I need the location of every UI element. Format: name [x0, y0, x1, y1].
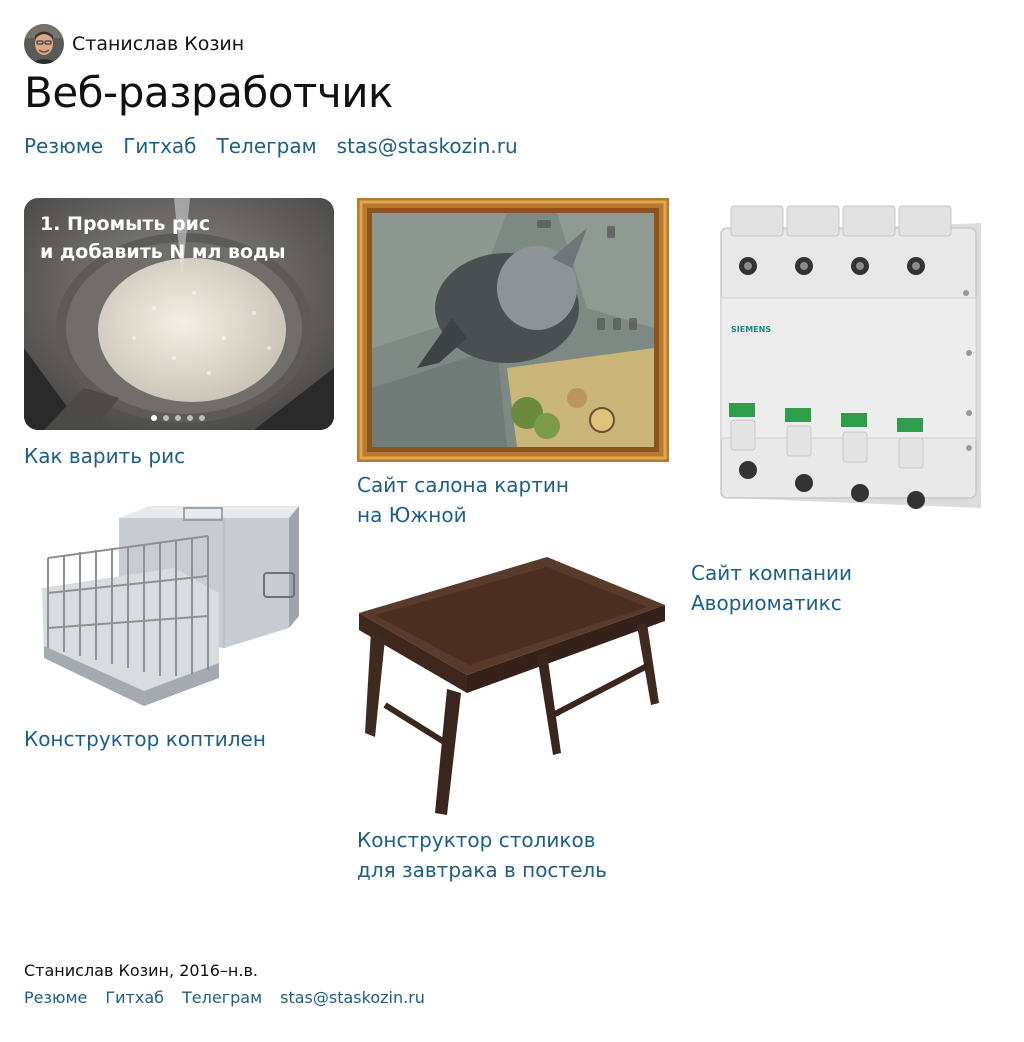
gallery-thumbnail [357, 198, 669, 462]
project-card-switch[interactable]: SIEMENS Сайт компании Авориоматикс [691, 198, 1001, 618]
project-title-gallery-line1: Сайт салона картин [357, 473, 569, 497]
footer-email-link[interactable]: stas@staskozin.ru [280, 988, 425, 1007]
project-title-rice: Как варить рис [24, 444, 186, 468]
footer-nav: Резюме Гитхаб Телеграм stas@staskozin.ru [24, 988, 425, 1007]
nav-github-link[interactable]: Гитхаб [123, 134, 196, 158]
avatar [24, 24, 64, 64]
project-title-switch: Сайт компании Авориоматикс [691, 558, 1001, 618]
project-title-table-line1: Конструктор столиков [357, 828, 596, 852]
author: Станислав Козин [24, 24, 244, 64]
project-title-smoker: Конструктор коптилен [24, 727, 266, 751]
siemens-brand-text: SIEMENS [731, 325, 771, 334]
footer-resume-link[interactable]: Резюме [24, 988, 87, 1007]
switch-thumbnail: SIEMENS [720, 205, 981, 509]
table-thumbnail [359, 557, 665, 815]
header-nav: Резюме Гитхаб Телеграм stas@staskozin.ru [24, 134, 518, 158]
rice-slide-text-2: и добавить N мл воды [40, 241, 286, 263]
carousel-dot[interactable] [163, 415, 169, 421]
rice-slide-text-1: 1. Промыть рис [40, 213, 210, 235]
nav-telegram-link[interactable]: Телеграм [217, 134, 317, 158]
project-title-table-line2: для завтрака в постель [357, 858, 607, 882]
footer-telegram-link[interactable]: Телеграм [182, 988, 262, 1007]
carousel-dot[interactable] [199, 415, 205, 421]
smoker-thumbnail [42, 506, 299, 706]
rice-thumbnail: 1. Промыть рис и добавить N мл воды [24, 198, 334, 430]
project-title-switch-line1: Сайт компании [691, 561, 853, 585]
project-card-table[interactable]: Конструктор столиков для завтрака в пост… [357, 545, 669, 885]
page-title: Веб-разработчик [24, 68, 393, 117]
footer-copyright: Станислав Козин, 2016–н.в. [24, 961, 258, 980]
author-name: Станислав Козин [72, 33, 245, 55]
project-title-gallery: Сайт салона картин на Южной [357, 470, 669, 530]
nav-resume-link[interactable]: Резюме [24, 134, 103, 158]
project-title-table: Конструктор столиков для завтрака в пост… [357, 825, 669, 885]
nav-email-link[interactable]: stas@staskozin.ru [337, 134, 518, 158]
project-title-switch-line2: Авориоматикс [691, 591, 842, 615]
project-card-gallery[interactable]: Сайт салона картин на Южной [357, 198, 669, 530]
carousel-dot[interactable] [151, 415, 157, 421]
footer-github-link[interactable]: Гитхаб [105, 988, 164, 1007]
project-card-rice[interactable]: 1. Промыть рис и добавить N мл воды Как … [24, 198, 334, 471]
project-title-gallery-line2: на Южной [357, 503, 467, 527]
project-card-smoker[interactable]: Конструктор коптилен [24, 498, 334, 754]
carousel-dot[interactable] [175, 415, 181, 421]
carousel-dot[interactable] [187, 415, 193, 421]
